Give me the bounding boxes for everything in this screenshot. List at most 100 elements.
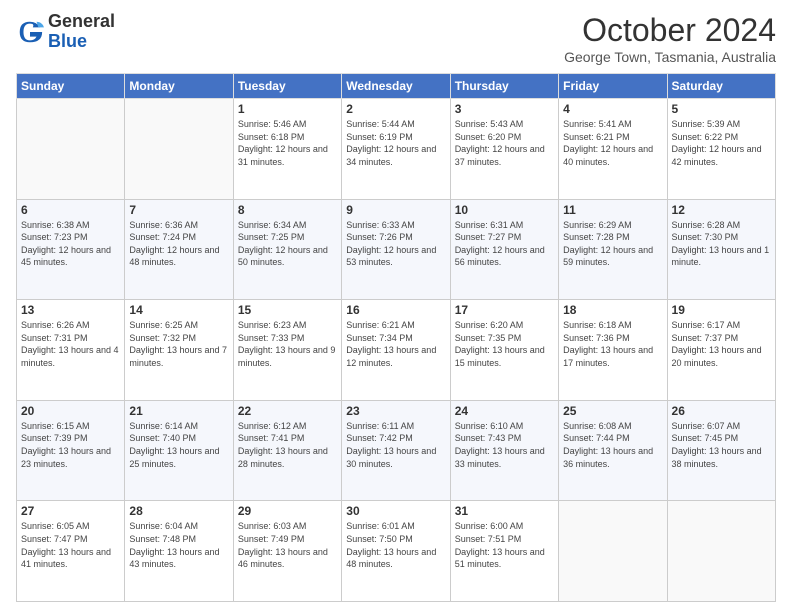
day-number: 10 (455, 203, 554, 217)
title-block: October 2024 George Town, Tasmania, Aust… (564, 12, 776, 65)
calendar-cell: 16 Sunrise: 6:21 AMSunset: 7:34 PMDayligh… (342, 300, 450, 401)
day-number: 20 (21, 404, 120, 418)
day-number: 24 (455, 404, 554, 418)
day-number: 6 (21, 203, 120, 217)
day-info: Sunrise: 6:14 AMSunset: 7:40 PMDaylight:… (129, 420, 228, 470)
day-info: Sunrise: 6:11 AMSunset: 7:42 PMDaylight:… (346, 420, 445, 470)
day-number: 21 (129, 404, 228, 418)
calendar-cell: 15 Sunrise: 6:23 AMSunset: 7:33 PMDayligh… (233, 300, 341, 401)
calendar-cell (667, 501, 775, 602)
logo-icon (16, 18, 44, 46)
day-number: 25 (563, 404, 662, 418)
day-info: Sunrise: 6:34 AMSunset: 7:25 PMDaylight:… (238, 219, 337, 269)
day-number: 18 (563, 303, 662, 317)
day-number: 23 (346, 404, 445, 418)
calendar-cell: 5 Sunrise: 5:39 AMSunset: 6:22 PMDaylight… (667, 99, 775, 200)
day-info: Sunrise: 6:04 AMSunset: 7:48 PMDaylight:… (129, 520, 228, 570)
day-info: Sunrise: 6:20 AMSunset: 7:35 PMDaylight:… (455, 319, 554, 369)
day-number: 14 (129, 303, 228, 317)
day-info: Sunrise: 6:08 AMSunset: 7:44 PMDaylight:… (563, 420, 662, 470)
day-info: Sunrise: 6:07 AMSunset: 7:45 PMDaylight:… (672, 420, 771, 470)
weekday-header-sunday: Sunday (17, 74, 125, 99)
day-number: 13 (21, 303, 120, 317)
day-info: Sunrise: 5:41 AMSunset: 6:21 PMDaylight:… (563, 118, 662, 168)
day-number: 17 (455, 303, 554, 317)
calendar-cell: 11 Sunrise: 6:29 AMSunset: 7:28 PMDayligh… (559, 199, 667, 300)
day-number: 26 (672, 404, 771, 418)
calendar-cell: 26 Sunrise: 6:07 AMSunset: 7:45 PMDayligh… (667, 400, 775, 501)
calendar-cell: 2 Sunrise: 5:44 AMSunset: 6:19 PMDaylight… (342, 99, 450, 200)
weekday-header-thursday: Thursday (450, 74, 558, 99)
day-number: 4 (563, 102, 662, 116)
day-info: Sunrise: 6:29 AMSunset: 7:28 PMDaylight:… (563, 219, 662, 269)
day-info: Sunrise: 6:18 AMSunset: 7:36 PMDaylight:… (563, 319, 662, 369)
weekday-header-monday: Monday (125, 74, 233, 99)
calendar-cell: 8Sunrise: 6:34 AMSunset: 7:25 PMDaylight… (233, 199, 341, 300)
day-number: 19 (672, 303, 771, 317)
day-info: Sunrise: 5:43 AMSunset: 6:20 PMDaylight:… (455, 118, 554, 168)
day-info: Sunrise: 6:21 AMSunset: 7:34 PMDaylight:… (346, 319, 445, 369)
calendar-cell: 30 Sunrise: 6:01 AMSunset: 7:50 PMDayligh… (342, 501, 450, 602)
logo: General Blue (16, 12, 115, 52)
weekday-header-tuesday: Tuesday (233, 74, 341, 99)
day-number: 2 (346, 102, 445, 116)
calendar-table: SundayMondayTuesdayWednesdayThursdayFrid… (16, 73, 776, 602)
day-info: Sunrise: 6:03 AMSunset: 7:49 PMDaylight:… (238, 520, 337, 570)
calendar-cell (559, 501, 667, 602)
calendar-cell: 22 Sunrise: 6:12 AMSunset: 7:41 PMDayligh… (233, 400, 341, 501)
day-number: 29 (238, 504, 337, 518)
weekday-header-friday: Friday (559, 74, 667, 99)
month-title: October 2024 (564, 12, 776, 49)
calendar-cell (17, 99, 125, 200)
day-info: Sunrise: 6:00 AMSunset: 7:51 PMDaylight:… (455, 520, 554, 570)
calendar-cell: 25 Sunrise: 6:08 AMSunset: 7:44 PMDayligh… (559, 400, 667, 501)
calendar-cell: 21 Sunrise: 6:14 AMSunset: 7:40 PMDayligh… (125, 400, 233, 501)
logo-blue-text: Blue (48, 31, 87, 51)
weekday-header-saturday: Saturday (667, 74, 775, 99)
calendar-cell: 12 Sunrise: 6:28 AMSunset: 7:30 PMDayligh… (667, 199, 775, 300)
day-info: Sunrise: 5:39 AMSunset: 6:22 PMDaylight:… (672, 118, 771, 168)
day-info: Sunrise: 6:26 AMSunset: 7:31 PMDaylight:… (21, 319, 120, 369)
calendar-cell: 4 Sunrise: 5:41 AMSunset: 6:21 PMDaylight… (559, 99, 667, 200)
weekday-header-wednesday: Wednesday (342, 74, 450, 99)
calendar-cell: 3Sunrise: 5:43 AMSunset: 6:20 PMDaylight… (450, 99, 558, 200)
calendar-cell (125, 99, 233, 200)
location-title: George Town, Tasmania, Australia (564, 49, 776, 65)
day-number: 5 (672, 102, 771, 116)
day-number: 9 (346, 203, 445, 217)
day-number: 28 (129, 504, 228, 518)
day-info: Sunrise: 6:01 AMSunset: 7:50 PMDaylight:… (346, 520, 445, 570)
day-number: 7 (129, 203, 228, 217)
day-number: 12 (672, 203, 771, 217)
calendar-cell: 19Sunrise: 6:17 AMSunset: 7:37 PMDayligh… (667, 300, 775, 401)
calendar-cell: 20Sunrise: 6:15 AMSunset: 7:39 PMDayligh… (17, 400, 125, 501)
day-info: Sunrise: 5:44 AMSunset: 6:19 PMDaylight:… (346, 118, 445, 168)
day-info: Sunrise: 6:33 AMSunset: 7:26 PMDaylight:… (346, 219, 445, 269)
page-header: General Blue October 2024 George Town, T… (16, 12, 776, 65)
day-info: Sunrise: 6:23 AMSunset: 7:33 PMDaylight:… (238, 319, 337, 369)
calendar-cell: 23 Sunrise: 6:11 AMSunset: 7:42 PMDayligh… (342, 400, 450, 501)
day-number: 1 (238, 102, 337, 116)
day-number: 22 (238, 404, 337, 418)
calendar-cell: 18 Sunrise: 6:18 AMSunset: 7:36 PMDayligh… (559, 300, 667, 401)
day-number: 30 (346, 504, 445, 518)
day-info: Sunrise: 6:28 AMSunset: 7:30 PMDaylight:… (672, 219, 771, 269)
day-info: Sunrise: 6:12 AMSunset: 7:41 PMDaylight:… (238, 420, 337, 470)
day-number: 15 (238, 303, 337, 317)
calendar-cell: 6 Sunrise: 6:38 AMSunset: 7:23 PMDaylight… (17, 199, 125, 300)
day-info: Sunrise: 6:36 AMSunset: 7:24 PMDaylight:… (129, 219, 228, 269)
calendar-cell: 27 Sunrise: 6:05 AMSunset: 7:47 PMDayligh… (17, 501, 125, 602)
logo-general-text: General (48, 11, 115, 31)
calendar-cell: 24 Sunrise: 6:10 AMSunset: 7:43 PMDayligh… (450, 400, 558, 501)
calendar-cell: 7 Sunrise: 6:36 AMSunset: 7:24 PMDaylight… (125, 199, 233, 300)
calendar-cell: 29 Sunrise: 6:03 AMSunset: 7:49 PMDayligh… (233, 501, 341, 602)
day-info: Sunrise: 6:10 AMSunset: 7:43 PMDaylight:… (455, 420, 554, 470)
day-info: Sunrise: 6:05 AMSunset: 7:47 PMDaylight:… (21, 520, 120, 570)
day-number: 11 (563, 203, 662, 217)
day-number: 27 (21, 504, 120, 518)
day-info: Sunrise: 6:31 AMSunset: 7:27 PMDaylight:… (455, 219, 554, 269)
day-number: 16 (346, 303, 445, 317)
day-info: Sunrise: 6:25 AMSunset: 7:32 PMDaylight:… (129, 319, 228, 369)
day-info: Sunrise: 5:46 AMSunset: 6:18 PMDaylight:… (238, 118, 337, 168)
day-info: Sunrise: 6:38 AMSunset: 7:23 PMDaylight:… (21, 219, 120, 269)
